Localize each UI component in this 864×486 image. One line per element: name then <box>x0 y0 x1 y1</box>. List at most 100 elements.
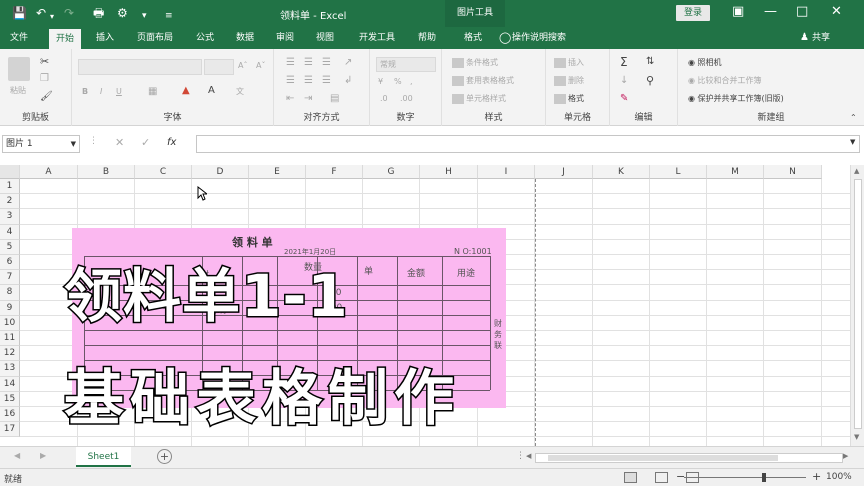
column-header[interactable]: C <box>135 165 192 179</box>
row-header[interactable]: 2 <box>0 194 20 210</box>
row-header[interactable]: 10 <box>0 315 20 331</box>
sheet-tab-sheet1[interactable]: Sheet1 <box>76 447 131 467</box>
row-header[interactable]: 17 <box>0 422 20 438</box>
bold-icon[interactable]: B <box>82 87 88 96</box>
tab-home[interactable]: 开始 <box>49 29 81 49</box>
insert-cells-button[interactable]: 插入 <box>554 57 584 68</box>
tab-insert[interactable]: 插入 <box>89 27 121 49</box>
next-sheet-icon[interactable]: ▶ <box>40 451 46 460</box>
percent-icon[interactable]: % <box>394 77 402 86</box>
number-format-select[interactable]: 常规 <box>376 57 436 72</box>
horizontal-scrollbar[interactable] <box>535 453 843 463</box>
page-layout-view-icon[interactable] <box>655 472 668 483</box>
tab-developer[interactable]: 开发工具 <box>352 27 402 49</box>
row-header[interactable]: 5 <box>0 239 20 255</box>
login-button[interactable]: 登录 <box>676 5 710 21</box>
comma-icon[interactable]: , <box>410 77 413 86</box>
align-bottom-icon[interactable]: ☰ <box>322 57 331 68</box>
increase-decimal-icon[interactable]: .0 <box>380 94 388 103</box>
cell-styles-button[interactable]: 单元格样式 <box>452 93 506 104</box>
merge-center-icon[interactable]: ▤ <box>330 93 339 104</box>
row-header[interactable]: 13 <box>0 361 20 377</box>
column-header[interactable]: K <box>593 165 650 179</box>
tab-view[interactable]: 视图 <box>310 27 340 49</box>
row-header[interactable]: 14 <box>0 376 20 392</box>
column-header[interactable]: L <box>650 165 707 179</box>
maximize-icon[interactable]: □ <box>796 4 808 19</box>
more-icon[interactable]: ≡ <box>165 8 173 24</box>
fill-icon[interactable]: ↓ <box>620 75 628 86</box>
zoom-level[interactable]: 100% <box>826 472 852 482</box>
close-icon[interactable]: ✕ <box>831 4 842 19</box>
currency-icon[interactable]: ¥ <box>378 77 383 86</box>
copy-icon[interactable]: ❐ <box>40 73 49 84</box>
font-name-select[interactable] <box>78 59 202 75</box>
add-sheet-button[interactable]: + <box>157 449 172 464</box>
compare-merge-button[interactable]: ◉ 比较和合并工作簿 <box>688 75 762 86</box>
sort-filter-icon[interactable]: ⇅ <box>646 56 654 67</box>
tell-me-search[interactable]: 操作说明搜索 <box>512 27 566 49</box>
column-header[interactable]: A <box>20 165 78 179</box>
row-header[interactable]: 12 <box>0 346 20 362</box>
row-header[interactable]: 8 <box>0 285 20 301</box>
increase-indent-icon[interactable]: ⇥ <box>304 93 312 104</box>
tab-review[interactable]: 审阅 <box>270 27 300 49</box>
paste-label[interactable]: 粘贴 <box>10 85 26 96</box>
format-as-table-button[interactable]: 套用表格格式 <box>452 75 514 86</box>
enter-icon[interactable]: ✓ <box>141 136 150 149</box>
row-header[interactable]: 15 <box>0 391 20 407</box>
protect-share-button[interactable]: ◉ 保护并共享工作簿(旧版) <box>688 93 784 104</box>
prev-sheet-icon[interactable]: ◀ <box>14 451 20 460</box>
column-header[interactable]: G <box>363 165 420 179</box>
row-header[interactable]: 3 <box>0 209 20 225</box>
zoom-in-icon[interactable]: + <box>812 470 821 483</box>
ribbon-display-icon[interactable]: ▣ <box>732 4 744 19</box>
font-size-select[interactable] <box>204 59 234 75</box>
name-box[interactable]: 图片 1 ▼ <box>2 135 80 153</box>
row-header[interactable]: 6 <box>0 255 20 271</box>
align-middle-icon[interactable]: ☰ <box>304 57 313 68</box>
scroll-down-icon[interactable]: ▼ <box>854 433 859 441</box>
align-right-icon[interactable]: ☰ <box>322 75 331 86</box>
decrease-indent-icon[interactable]: ⇤ <box>286 93 294 104</box>
scroll-up-icon[interactable]: ▲ <box>854 167 859 175</box>
border-icon[interactable]: ▦ <box>148 86 157 97</box>
undo-dropdown-icon[interactable]: ▾ <box>50 9 54 25</box>
shrink-font-icon[interactable]: Aˇ <box>256 61 265 70</box>
column-header[interactable]: F <box>306 165 363 179</box>
row-header[interactable]: 1 <box>0 179 20 195</box>
conditional-format-button[interactable]: 条件格式 <box>452 57 498 68</box>
tab-help[interactable]: 帮助 <box>412 27 442 49</box>
share-qa-icon[interactable]: ⚙ <box>117 5 128 21</box>
format-cells-button[interactable]: 格式 <box>554 93 584 104</box>
column-header[interactable]: N <box>764 165 822 179</box>
normal-view-icon[interactable] <box>624 472 637 483</box>
tab-split-icon[interactable]: ⋮ <box>516 451 525 461</box>
format-painter-icon[interactable]: 🖌 <box>40 91 53 102</box>
tab-data[interactable]: 数据 <box>230 27 260 49</box>
formula-input[interactable] <box>196 135 860 153</box>
save-icon[interactable]: 💾 <box>12 5 27 21</box>
fill-color-icon[interactable]: ▲ <box>182 85 190 96</box>
print-preview-icon[interactable]: 🖶 <box>93 5 104 21</box>
tab-format[interactable]: 格式 <box>458 27 488 49</box>
select-all-corner[interactable] <box>0 165 20 179</box>
column-header[interactable]: B <box>78 165 135 179</box>
cancel-icon[interactable]: ✕ <box>115 136 124 149</box>
row-header[interactable]: 11 <box>0 331 20 347</box>
underline-icon[interactable]: U <box>116 87 122 96</box>
horizontal-scroll-thumb[interactable] <box>548 455 778 461</box>
scroll-left-icon[interactable]: ◀ <box>526 452 531 460</box>
column-header[interactable]: I <box>478 165 535 179</box>
zoom-slider[interactable] <box>684 477 806 478</box>
column-header[interactable]: H <box>420 165 478 179</box>
row-header[interactable]: 16 <box>0 407 20 423</box>
italic-icon[interactable]: I <box>100 87 102 96</box>
decrease-decimal-icon[interactable]: .00 <box>400 94 413 103</box>
grow-font-icon[interactable]: Aˆ <box>238 61 247 70</box>
vertical-scroll-thumb[interactable] <box>854 179 862 429</box>
font-color-icon[interactable]: A <box>208 85 215 96</box>
delete-cells-button[interactable]: 删除 <box>554 75 584 86</box>
align-left-icon[interactable]: ☰ <box>286 75 295 86</box>
autosum-icon[interactable]: Σ <box>620 55 628 69</box>
